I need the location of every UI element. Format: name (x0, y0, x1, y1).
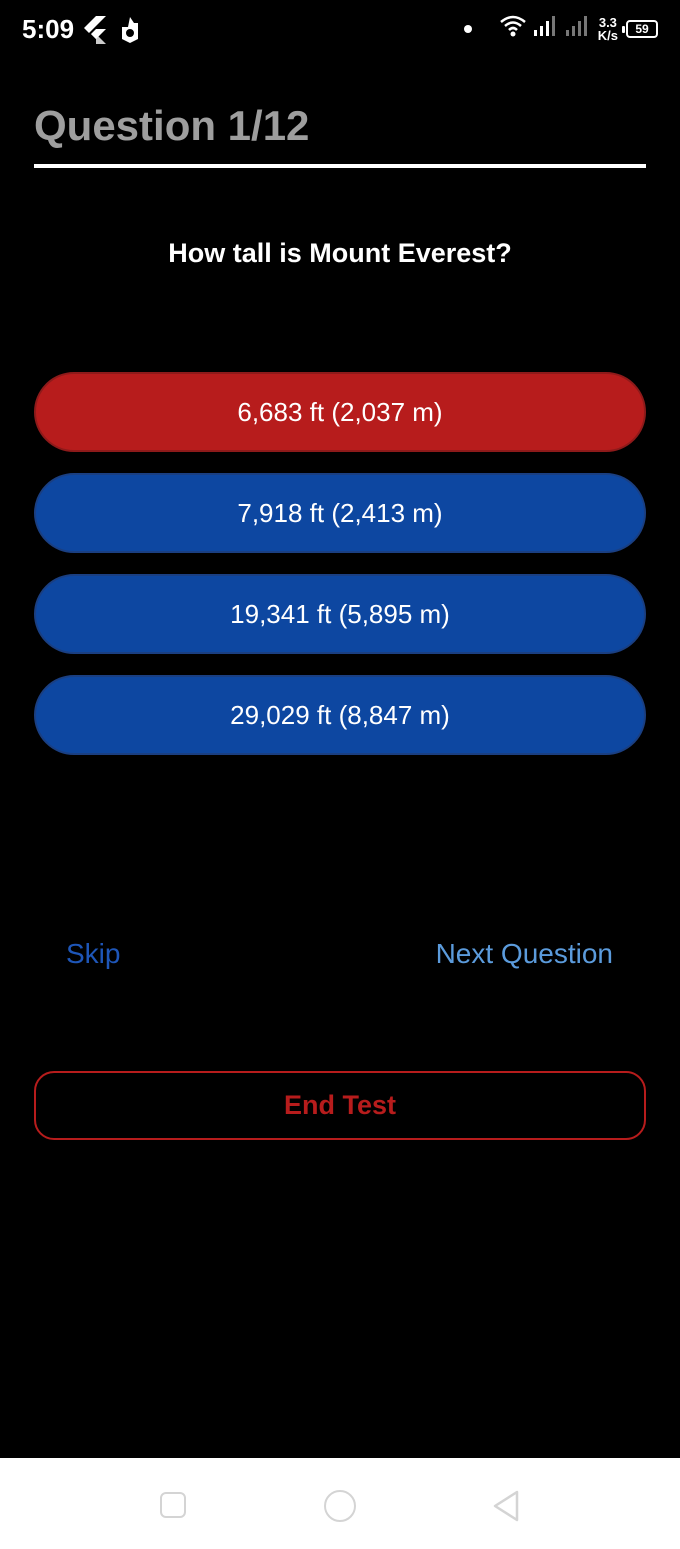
question-counter: Question 1/12 (34, 102, 310, 149)
flutter-icon (82, 16, 106, 49)
home-icon[interactable] (324, 1490, 356, 1522)
dot-icon (463, 24, 472, 33)
wifi-icon (499, 14, 526, 43)
recents-icon[interactable] (160, 1492, 186, 1518)
status-time: 5:09 (22, 14, 75, 44)
answer-option-4[interactable]: 29,029 ft (8,847 m) (34, 675, 646, 755)
answer-option-2[interactable]: 7,918 ft (2,413 m) (34, 473, 646, 553)
notification-app-icon (120, 17, 140, 48)
answer-option-3[interactable]: 19,341 ft (5,895 m) (34, 574, 646, 654)
back-icon[interactable] (492, 1490, 520, 1527)
signal-icon-2 (565, 16, 590, 41)
answer-option-1[interactable]: 6,683 ft (2,037 m) (34, 372, 646, 452)
skip-button[interactable]: Skip (66, 938, 120, 970)
question-text: How tall is Mount Everest? (168, 238, 512, 268)
system-nav-bar (0, 1458, 680, 1549)
status-bar: 5:09 3.3 K/s 59 (0, 0, 680, 64)
battery-icon: 59 (622, 19, 658, 38)
next-question-button[interactable]: Next Question (436, 938, 613, 970)
header-divider (34, 164, 646, 168)
end-test-button[interactable]: End Test (34, 1071, 646, 1140)
network-speed: 3.3 K/s (597, 14, 618, 43)
signal-icon (533, 16, 558, 41)
